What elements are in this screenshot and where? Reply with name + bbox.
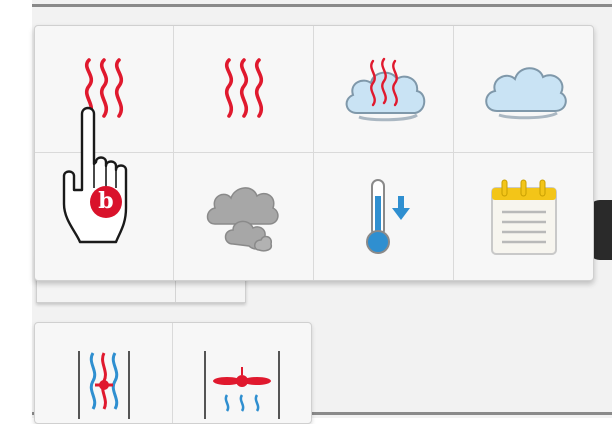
thermometer-down-icon bbox=[365, 178, 410, 254]
steam-cloud-icon bbox=[345, 57, 425, 122]
smoke-mode-button[interactable] bbox=[174, 153, 314, 280]
pointer-badge-label: b bbox=[98, 188, 114, 214]
smoke-icon bbox=[206, 186, 279, 251]
fan-mixed-icon bbox=[77, 351, 130, 419]
schedule-button[interactable] bbox=[454, 153, 593, 280]
fan-mixed-mode-button[interactable] bbox=[35, 323, 173, 423]
heat-waves-icon bbox=[224, 58, 263, 118]
fan-mode-panel bbox=[34, 322, 312, 424]
top-border bbox=[32, 4, 612, 7]
notepad-icon bbox=[490, 179, 557, 255]
fan-heat-mode-button[interactable] bbox=[173, 323, 311, 423]
steam-mode-button[interactable] bbox=[314, 26, 454, 153]
heat-mode-button-2[interactable] bbox=[174, 26, 314, 153]
mode-selection-grid bbox=[34, 25, 594, 281]
cloud-mode-button[interactable] bbox=[454, 26, 593, 153]
heat-waves-icon bbox=[84, 58, 124, 118]
cloud-icon bbox=[484, 67, 567, 120]
cooling-mode-button[interactable] bbox=[314, 153, 454, 280]
fan-heat-icon bbox=[204, 351, 280, 419]
heat-mode-button-1[interactable] bbox=[35, 26, 174, 153]
